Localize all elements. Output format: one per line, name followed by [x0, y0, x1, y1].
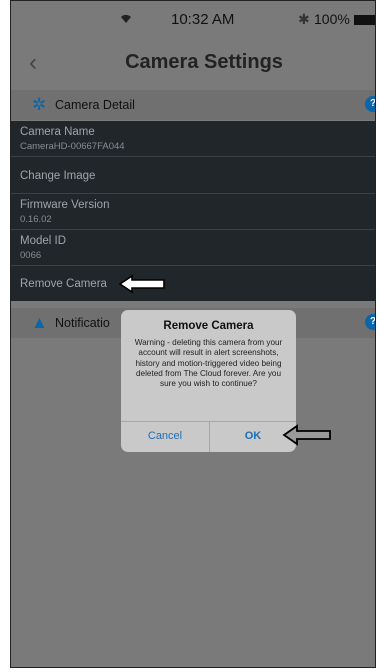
row-model-id: Model ID 0066: [11, 230, 375, 266]
status-bar: 10:32 AM ✱ 100%: [11, 1, 375, 41]
row-label: Firmware Version: [20, 199, 110, 211]
phone-frame: 10:32 AM ✱ 100% ‹ Camera Settings ✲ Came…: [10, 0, 376, 668]
page-title: Camera Settings: [125, 51, 283, 73]
nav-bar: ‹ Camera Settings: [11, 41, 375, 85]
wifi-icon: [119, 11, 133, 28]
row-value: 0.16.02: [20, 214, 52, 225]
notifications-label: Notificatio: [55, 316, 110, 330]
remove-camera-dialog: Remove Camera Warning - deleting this ca…: [121, 310, 296, 452]
row-remove-camera[interactable]: Remove Camera: [11, 266, 375, 301]
gear-icon: ✲: [32, 95, 47, 114]
row-value: CameraHD-00667FA044: [20, 141, 125, 152]
row-label: Change Image: [20, 170, 96, 182]
battery-icon: [354, 15, 375, 25]
row-firmware-version: Firmware Version 0.16.02: [11, 194, 375, 230]
row-label: Camera Name: [20, 126, 95, 138]
row-value: 0066: [20, 250, 42, 261]
battery-percent: 100%: [314, 11, 350, 27]
bluetooth-icon: ✱: [298, 11, 310, 27]
row-camera-name[interactable]: Camera Name CameraHD-00667FA044: [11, 121, 375, 157]
camera-detail-label: Camera Detail: [55, 98, 135, 112]
arrow-left-icon: [282, 424, 334, 451]
info-icon[interactable]: ?: [365, 96, 375, 112]
status-time: 10:32 AM: [171, 11, 235, 28]
cancel-button[interactable]: Cancel: [121, 421, 209, 452]
dialog-message: Warning - deleting this camera from your…: [134, 338, 283, 389]
camera-detail-list: Camera Name CameraHD-00667FA044 Change I…: [11, 121, 375, 301]
arrow-left-icon: [118, 274, 168, 299]
dialog-title: Remove Camera: [163, 320, 254, 332]
row-change-image[interactable]: Change Image: [11, 157, 375, 194]
row-label: Remove Camera: [20, 278, 107, 290]
camera-detail-header: ✲ Camera Detail ?: [11, 90, 375, 120]
info-icon[interactable]: ?: [365, 314, 375, 330]
warning-icon: ▲: [31, 313, 48, 332]
row-label: Model ID: [20, 235, 67, 247]
